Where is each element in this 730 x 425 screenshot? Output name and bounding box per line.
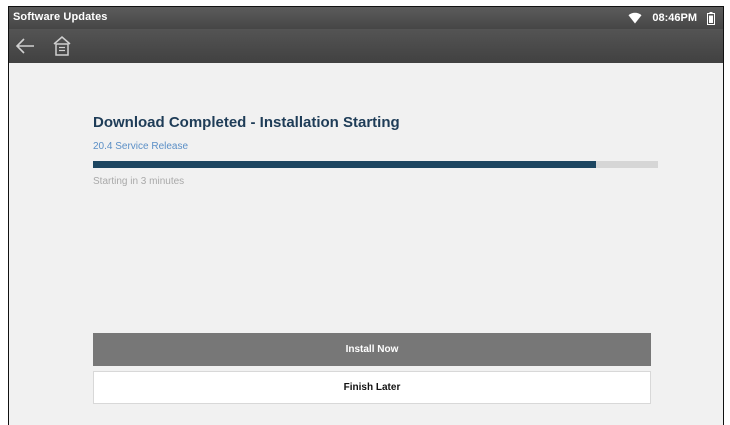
status-indicators: 08:46PM — [628, 10, 715, 26]
download-progress-fill — [93, 161, 596, 168]
release-name: 20.4 Service Release — [93, 141, 189, 152]
battery-icon — [707, 11, 715, 25]
back-arrow-icon[interactable] — [14, 36, 36, 56]
install-countdown: Starting in 3 minutes — [93, 176, 185, 187]
update-panel: Download Completed - Installation Starti… — [9, 63, 723, 425]
app-window: Software Updates 08:46PM Download Comple… — [8, 6, 724, 425]
clock: 08:46PM — [652, 12, 697, 24]
app-title: Software Updates — [13, 11, 108, 23]
install-now-button[interactable]: Install Now — [93, 333, 651, 366]
update-heading: Download Completed - Installation Starti… — [93, 114, 400, 131]
home-icon[interactable] — [51, 35, 73, 57]
navigation-bar — [9, 29, 723, 63]
status-bar: Software Updates 08:46PM — [9, 7, 723, 29]
download-progress-bar — [93, 161, 658, 168]
wifi-icon — [628, 12, 642, 24]
finish-later-button[interactable]: Finish Later — [93, 371, 651, 404]
